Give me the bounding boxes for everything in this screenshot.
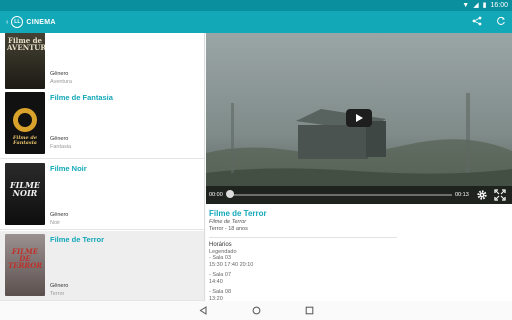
play-button[interactable] <box>346 109 372 127</box>
genre-value: Aventura <box>50 79 72 85</box>
nav-recents-icon[interactable] <box>305 302 314 320</box>
poster-noir: FILME NOIR <box>5 163 45 225</box>
total-time: 00:13 <box>455 192 469 198</box>
video-player[interactable]: 00:00 00:13 <box>206 33 512 204</box>
app-title: CINEMA <box>26 18 56 26</box>
detail-pane: 00:00 00:13 Filme de Terror Filme de Ter… <box>206 33 512 302</box>
status-time: 16:00 <box>490 2 508 9</box>
seek-thumb[interactable] <box>226 190 234 198</box>
schedule-heading: Horários <box>209 242 232 248</box>
play-icon <box>356 114 363 122</box>
genre-label: Gênero <box>50 212 69 218</box>
nav-back-icon[interactable] <box>199 302 208 320</box>
poster-text: FILME DE TERROR <box>7 247 43 270</box>
status-bar: ▼ ◢ ▮ 16:00 <box>0 0 512 11</box>
movie-title: Filme de Terror <box>50 235 105 244</box>
movie-title: Filme de Fantasia <box>50 93 113 102</box>
poster-text: Filme de Fantasia <box>12 135 38 146</box>
poster-aventura: Filme de AVENTURA <box>5 33 45 89</box>
original-title: Filme de Terror <box>209 219 247 225</box>
logo-badge: LL <box>11 16 24 28</box>
nav-home-icon[interactable] <box>252 302 261 320</box>
movie-title: Filme Noir <box>50 164 87 173</box>
poster-text: FILME NOIR <box>10 180 40 198</box>
seek-bar[interactable] <box>230 194 452 196</box>
movie-details: Filme de Terror Filme de Terror Terror -… <box>209 209 509 302</box>
settings-gear-icon[interactable] <box>476 189 488 201</box>
current-time: 00:00 <box>209 192 223 198</box>
movie-row-noir[interactable]: FILME NOIR Filme Noir Gênero Noir <box>0 160 204 230</box>
share-icon[interactable] <box>472 13 482 31</box>
genre-label: Gênero <box>50 283 69 289</box>
movie-row-aventura[interactable]: Filme de AVENTURA Gênero Aventura <box>0 33 204 94</box>
app-logo[interactable]: ‹ LL CINEMA <box>6 16 56 28</box>
genre-value: Fantasia <box>50 144 72 150</box>
app-bar: ‹ LL CINEMA <box>0 11 512 33</box>
detail-title: Filme de Terror <box>209 209 267 218</box>
poster-text: Filme de AVENTURA <box>7 36 45 52</box>
genre-value: Noir <box>50 220 61 226</box>
movie-row-fantasia[interactable]: Filme de Fantasia Filme de Fantasia Gêne… <box>0 89 204 159</box>
battery-icon: ▮ <box>482 2 487 9</box>
refresh-icon[interactable] <box>496 13 506 31</box>
movie-list[interactable]: Filme de AVENTURA Gênero Aventura Filme … <box>0 33 205 301</box>
video-controls: 00:00 00:13 <box>206 186 512 204</box>
poster-terror: FILME DE TERROR <box>5 234 45 296</box>
divider <box>209 237 397 238</box>
fullscreen-icon[interactable] <box>494 189 506 201</box>
poster-fantasia: Filme de Fantasia <box>5 92 45 154</box>
genre-value: Terror <box>50 291 65 297</box>
system-nav-bar <box>0 301 512 320</box>
genre-label: Gênero <box>50 136 69 142</box>
movie-row-terror[interactable]: FILME DE TERROR Filme de Terror Gênero T… <box>0 231 204 301</box>
detail-meta: Terror - 18 anos <box>209 226 248 232</box>
back-icon[interactable]: ‹ <box>6 19 8 26</box>
genre-label: Gênero <box>50 71 69 77</box>
wifi-icon: ▼ <box>462 2 470 9</box>
signal-icon: ◢ <box>473 2 479 9</box>
